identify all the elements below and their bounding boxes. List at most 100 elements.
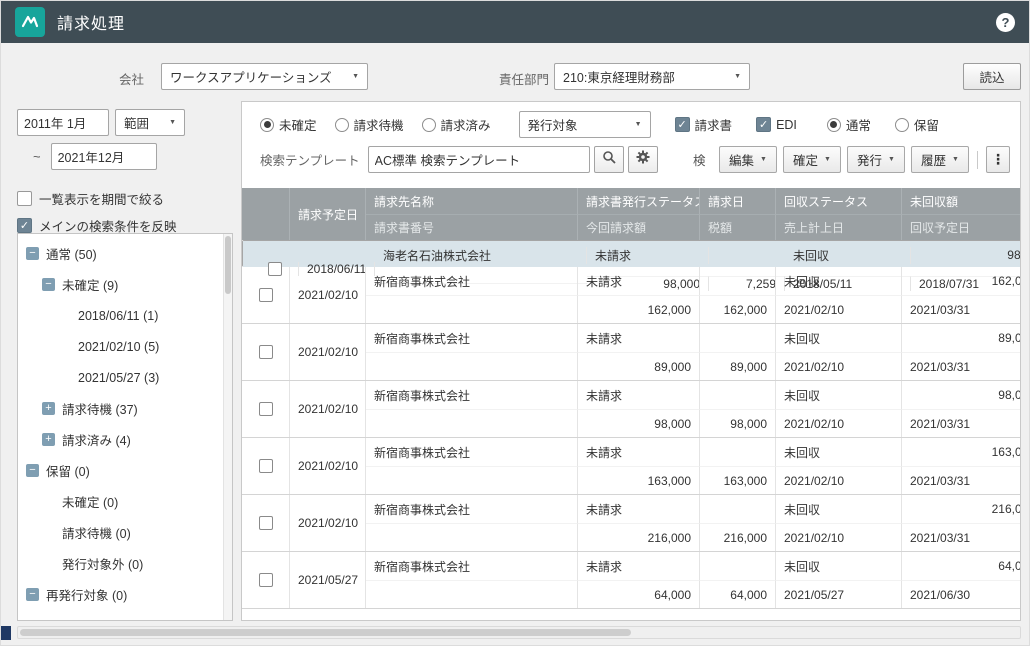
tree-item[interactable]: 請求待機 (0): [18, 517, 232, 548]
cell-current-amount: 162,000: [578, 295, 700, 323]
header-customer-name[interactable]: 請求先名称: [366, 188, 578, 214]
collapse-icon[interactable]: −: [26, 247, 39, 260]
radio-option[interactable]: 請求待機: [335, 115, 404, 134]
radio-option[interactable]: 未確定: [260, 115, 317, 134]
radio-icon[interactable]: [827, 118, 841, 132]
radio-option[interactable]: 請求済み: [422, 115, 491, 134]
load-button[interactable]: 読込: [963, 63, 1021, 90]
header-bill-date[interactable]: 請求日: [700, 188, 776, 214]
tree-item[interactable]: 未確定 (0): [18, 610, 232, 621]
cell-bill-date: [700, 438, 776, 466]
horizontal-scrollbar[interactable]: [17, 626, 1021, 639]
cell-collect-status: 未回収: [785, 247, 911, 264]
row-checkbox[interactable]: [259, 288, 273, 302]
button-label: 確定: [793, 150, 818, 169]
header-issue-status[interactable]: 請求書発行ステータス: [578, 188, 700, 214]
table-row[interactable]: 2021/02/10新宿商事株式会社未請求未回収162,000162,00016…: [242, 267, 1020, 324]
header-collect-due-date[interactable]: 回収予定日: [902, 214, 1020, 240]
header-billing-date[interactable]: 請求予定日: [290, 188, 366, 240]
table-row[interactable]: 2021/02/10新宿商事株式会社未請求未回収89,00089,00089,0…: [242, 324, 1020, 381]
checkbox-icon[interactable]: [17, 191, 32, 206]
range-select-value: 範囲: [124, 113, 163, 132]
radio-option[interactable]: 保留: [895, 115, 939, 134]
tree-item-label: 請求待機 (37): [62, 399, 138, 418]
tree-item-label: 請求済み (4): [62, 430, 131, 449]
cell-issue-status: 未請求: [578, 495, 700, 523]
cell-bill-date: [700, 381, 776, 409]
expand-icon[interactable]: +: [42, 402, 55, 415]
radio-icon[interactable]: [260, 118, 274, 132]
header-tax-amount[interactable]: 税額: [700, 214, 776, 240]
table-row[interactable]: 2021/02/10新宿商事株式会社未請求未回収163,000163,00016…: [242, 438, 1020, 495]
collapse-icon[interactable]: −: [26, 464, 39, 477]
company-select[interactable]: ワークスアプリケーションズ ▼: [161, 63, 368, 90]
cell-sales-date: 2021/02/10: [776, 466, 902, 494]
tree-item[interactable]: −保留 (0): [18, 455, 232, 486]
checkbox-icon[interactable]: ✓: [756, 117, 771, 132]
checkbox-icon[interactable]: ✓: [675, 117, 690, 132]
header-collect-status[interactable]: 回収ステータス: [776, 188, 902, 214]
issue-button[interactable]: 発行▼: [847, 146, 905, 173]
row-checkbox[interactable]: [259, 516, 273, 530]
collapse-icon[interactable]: −: [26, 588, 39, 601]
settings-button[interactable]: [628, 146, 658, 173]
toolbar: 会社 ワークスアプリケーションズ ▼ 責任部門 210:東京経理財務部 ▼ 読込: [1, 43, 1029, 99]
app-header: 請求処理 ?: [1, 1, 1029, 43]
cell-collect-due-date: 2021/06/30: [902, 580, 1020, 608]
date-to-input[interactable]: [51, 143, 157, 170]
header-unpaid-amount[interactable]: 未回収額: [902, 188, 1020, 214]
confirm-button[interactable]: 確定 ▼: [783, 146, 841, 173]
radio-icon[interactable]: [335, 118, 349, 132]
date-from-input[interactable]: [17, 109, 109, 136]
tree-item[interactable]: −再発行対象 (0): [18, 579, 232, 610]
row-checkbox[interactable]: [259, 345, 273, 359]
radio-icon[interactable]: [895, 118, 909, 132]
checkbox-icon[interactable]: ✓: [17, 218, 32, 233]
tree-item[interactable]: 未確定 (0): [18, 486, 232, 517]
tree-item[interactable]: + 請求待機 (37): [18, 393, 232, 424]
radio-option[interactable]: 通常: [827, 115, 871, 134]
header-sales-date[interactable]: 売上計上日: [776, 214, 902, 240]
table-row[interactable]: 2018/06/11海老名石油株式会社未請求未回収98,00098,0007,2…: [242, 240, 1020, 267]
table-row[interactable]: 2021/02/10新宿商事株式会社未請求未回収98,00098,00098,0…: [242, 381, 1020, 438]
checkbox-option[interactable]: ✓EDI: [756, 117, 797, 132]
tree-item[interactable]: 2018/06/11 (1): [18, 300, 232, 331]
tree-item[interactable]: 2021/02/10 (5): [18, 331, 232, 362]
department-select[interactable]: 210:東京経理財務部 ▼: [554, 63, 750, 90]
radio-icon[interactable]: [422, 118, 436, 132]
search-button[interactable]: [594, 146, 624, 173]
chevron-down-icon: ▼: [824, 156, 831, 163]
checkbox-option[interactable]: ✓請求書: [675, 115, 733, 134]
tree-item[interactable]: −未確定 (9): [18, 269, 232, 300]
more-actions-button[interactable]: ⋮: [986, 146, 1010, 173]
scrollbar-thumb[interactable]: [225, 236, 231, 294]
cell-collect-status: 未回収: [776, 381, 902, 409]
row-checkbox[interactable]: [259, 459, 273, 473]
header-invoice-number[interactable]: 請求書番号: [366, 214, 578, 240]
date-range-row: 範囲 ▼: [17, 109, 233, 136]
edit-button[interactable]: 編集▼: [719, 146, 777, 173]
help-icon[interactable]: ?: [996, 13, 1015, 32]
range-select[interactable]: 範囲 ▼: [115, 109, 185, 136]
row-checkbox[interactable]: [259, 573, 273, 587]
scrollbar-thumb[interactable]: [20, 629, 631, 636]
row-checkbox-cell: [242, 267, 290, 323]
cell-collect-due-date: 2021/03/31: [902, 523, 1020, 551]
tree-item[interactable]: 発行対象外 (0): [18, 548, 232, 579]
table-row[interactable]: 2021/02/10新宿商事株式会社未請求未回収216,000216,00021…: [242, 495, 1020, 552]
template-input[interactable]: [368, 146, 590, 173]
sidebar-checkbox-row[interactable]: 一覧表示を期間で絞る: [17, 186, 233, 210]
header-current-amount[interactable]: 今回請求額: [578, 214, 700, 240]
history-button[interactable]: 履歴▼: [911, 146, 969, 173]
tree-vertical-scrollbar[interactable]: [223, 234, 232, 620]
row-checkbox[interactable]: [259, 402, 273, 416]
cell-collect-due-date: 2021/03/31: [902, 466, 1020, 494]
table-row[interactable]: 2021/05/27新宿商事株式会社未請求未回収64,00064,00064,0…: [242, 552, 1020, 609]
expand-icon[interactable]: +: [42, 433, 55, 446]
issue-target-select[interactable]: 発行対象 ▼: [519, 111, 651, 138]
collapse-icon[interactable]: −: [42, 278, 55, 291]
company-label: 会社: [119, 69, 144, 88]
tree-item[interactable]: −通常 (50): [18, 238, 232, 269]
tree-item[interactable]: + 請求済み (4): [18, 424, 232, 455]
tree-item[interactable]: 2021/05/27 (3): [18, 362, 232, 393]
